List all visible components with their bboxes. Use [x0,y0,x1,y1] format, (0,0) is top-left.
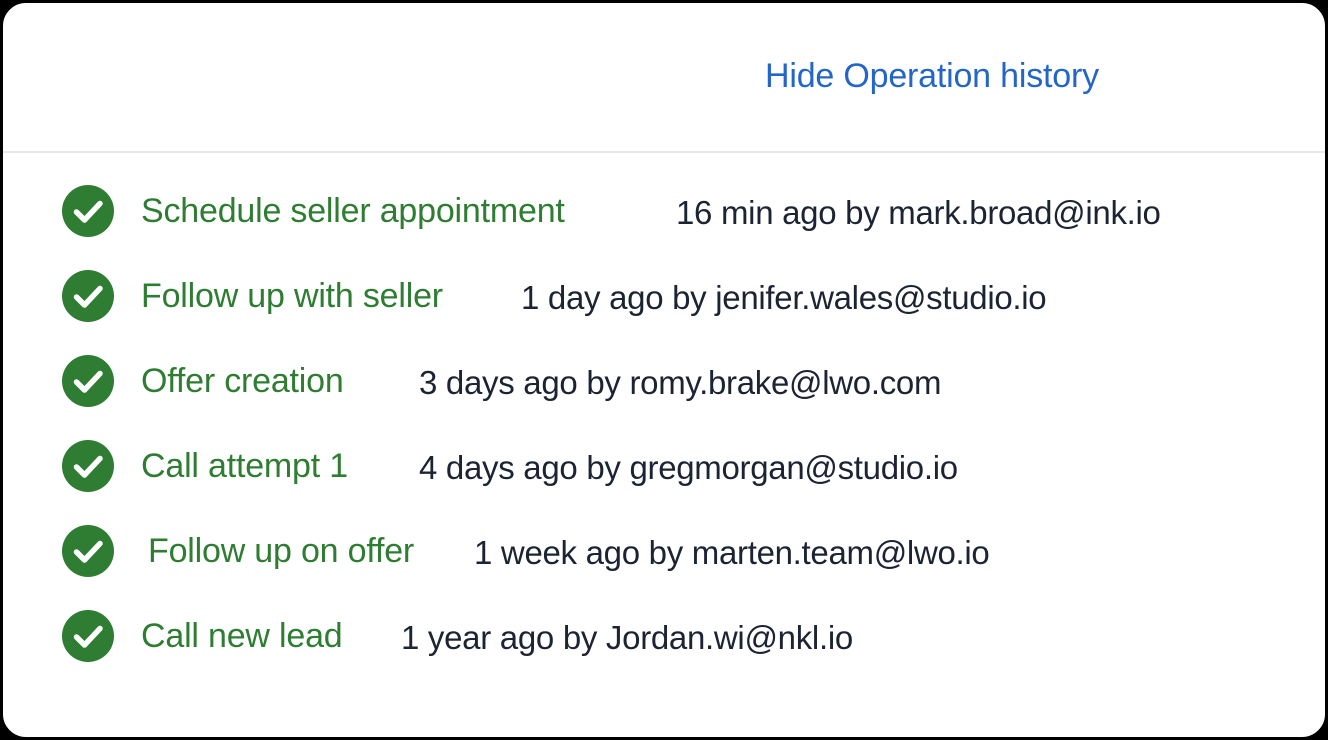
operation-meta: 1 week ago by marten.team@lwo.io [474,534,990,571]
history-item-call-new-lead: Call new lead 1 year ago by Jordan.wi@nk… [3,606,1325,666]
operation-meta: 1 day ago by jenifer.wales@studio.io [521,279,1047,316]
operation-name: Offer creation [141,362,344,400]
operation-name: Call new lead [141,617,343,655]
history-item-schedule-seller-appointment: Schedule seller appointment 16 min ago b… [3,181,1325,241]
check-circle-icon [62,610,114,662]
history-item-follow-up-on-offer: Follow up on offer 1 week ago by marten.… [3,521,1325,581]
check-circle-icon [62,185,114,237]
operation-meta: 16 min ago by mark.broad@ink.io [676,194,1161,231]
history-item-follow-up-with-seller: Follow up with seller 1 day ago by jenif… [3,266,1325,326]
history-item-offer-creation: Offer creation 3 days ago by romy.brake@… [3,351,1325,411]
check-circle-icon [62,355,114,407]
operation-history-panel: Hide Operation history Schedule seller a… [0,0,1328,740]
check-circle-icon [62,270,114,322]
check-circle-icon [62,440,114,492]
operation-name: Follow up with seller [141,277,443,315]
history-item-call-attempt-1: Call attempt 1 4 days ago by gregmorgan@… [3,436,1325,496]
operation-meta: 4 days ago by gregmorgan@studio.io [419,449,958,486]
operation-meta: 3 days ago by romy.brake@lwo.com [419,364,942,401]
panel-header: Hide Operation history [3,3,1325,153]
operation-name: Schedule seller appointment [141,192,565,230]
operation-meta: 1 year ago by Jordan.wi@nkl.io [401,619,853,656]
hide-operation-history-link[interactable]: Hide Operation history [765,55,1099,97]
operation-name: Follow up on offer [148,532,415,570]
operation-name: Call attempt 1 [141,447,348,485]
check-circle-icon [62,525,114,577]
